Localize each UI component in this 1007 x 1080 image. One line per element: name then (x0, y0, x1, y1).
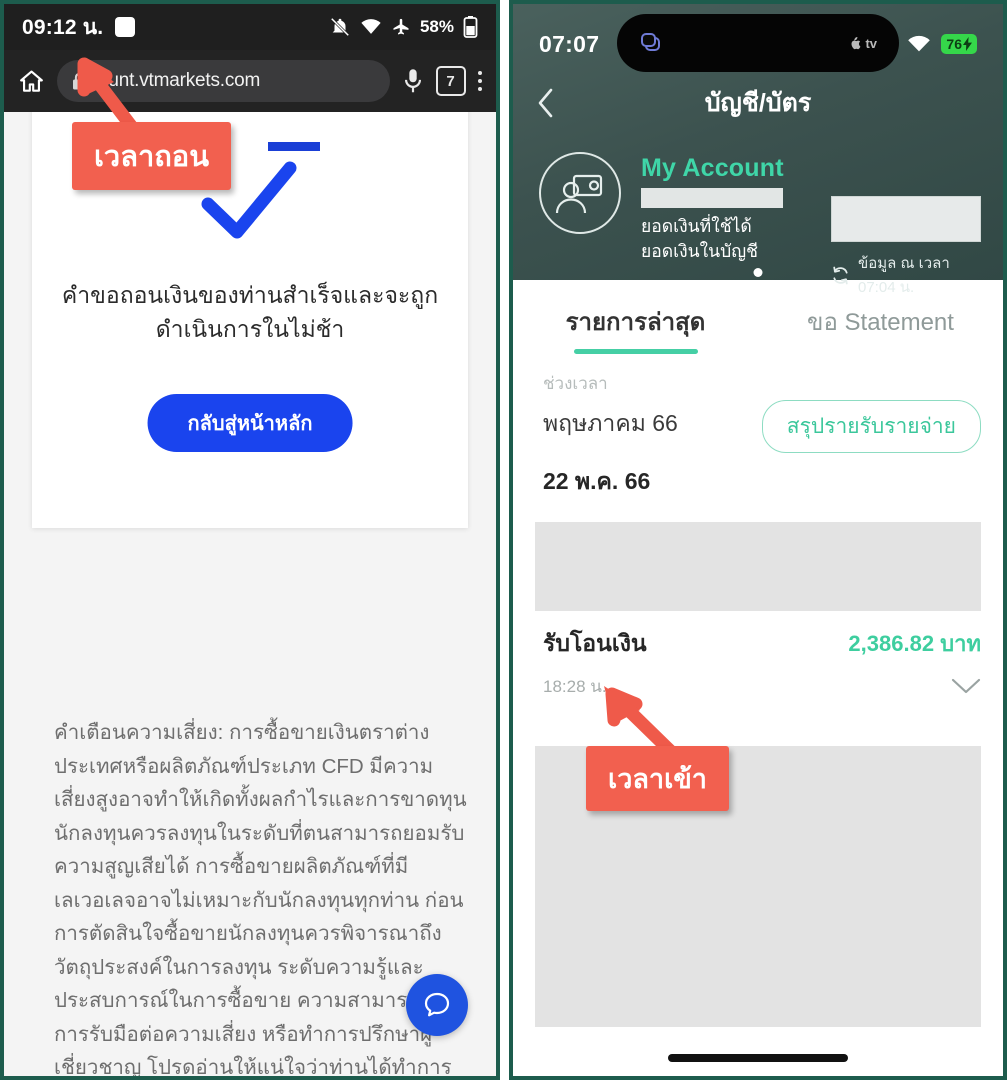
home-icon[interactable] (18, 68, 45, 95)
chat-bubble-icon[interactable] (406, 974, 468, 1036)
lock-icon (71, 72, 88, 91)
placeholder-block-top (535, 522, 981, 611)
status-time: 07:07 (539, 30, 600, 57)
carousel-page-dot[interactable] (753, 268, 763, 277)
tab-recent-transactions[interactable]: รายการล่าสุด (513, 280, 758, 364)
transaction-name: รับโอนเงิน (543, 630, 647, 656)
kebab-menu-icon[interactable] (477, 70, 482, 92)
account-balance-label: ยอดเงินในบัญชี (641, 241, 759, 261)
income-expense-summary-button[interactable]: สรุปรายรับรายจ่าย (761, 400, 981, 453)
ios-status-bar: 07:07 76 (513, 18, 1003, 70)
battery-percent: 58% (419, 17, 454, 36)
success-message: คำขอถอนเงินของท่านสำเร็จและจะถูกดำเนินกา… (61, 282, 439, 342)
arrive-time-callout: เวลาเข้า (586, 746, 729, 811)
tab-count-button[interactable]: 7 (435, 66, 466, 96)
balance-value-masked (831, 196, 981, 242)
status-time: 09:12 น. (22, 15, 104, 39)
risk-warning-text: คำเตือนความเสี่ยง: การซื้อขายเงินตราต่าง… (54, 721, 467, 1079)
transaction-time: 18:28 น. (543, 677, 607, 696)
address-bar[interactable]: ount.vtmarkets.com (57, 60, 390, 102)
transaction-date-header: 22 พ.ค. 66 (543, 468, 651, 494)
left-phone-panel: คำขอถอนเงินของท่านสำเร็จและจะถูกดำเนินกา… (0, 0, 500, 1080)
notification-square-icon (115, 17, 136, 37)
account-summary: My Account ยอดเงินที่ใช้ได้ ยอดเงินในบัญ… (539, 152, 981, 296)
account-card-avatar-icon (539, 152, 621, 234)
chevron-down-icon[interactable] (951, 678, 981, 695)
transaction-row[interactable]: รับโอนเงิน 2,386.82 บาท 18:28 น. (543, 626, 981, 700)
home-indicator (668, 1054, 848, 1062)
comparison-screenshot: คำขอถอนเงินของท่านสำเร็จและจะถูกดำเนินกา… (0, 0, 1007, 1080)
tab-request-statement[interactable]: ขอ Statement (758, 280, 1003, 364)
right-phone-panel: tv 07:07 76 บัญชี/บัตร My Account ยอดเงิ… (509, 0, 1007, 1080)
period-caption: ช่วงเวลา (543, 374, 608, 393)
available-balance-label: ยอดเงินที่ใช้ได้ (641, 216, 752, 236)
month-value: พฤษภาคม 66 (543, 410, 678, 436)
navigation-bar: บัญชี/บัตร (513, 80, 1003, 126)
blue-underline-marker (268, 142, 320, 151)
back-to-home-button[interactable]: กลับสู่หน้าหลัก (147, 394, 353, 452)
transaction-tabs: รายการล่าสุด ขอ Statement (513, 280, 1003, 364)
url-text: ount.vtmarkets.com (98, 70, 261, 91)
airplane-mode-icon (391, 17, 411, 37)
tab-active-underline (573, 349, 698, 354)
wifi-icon (906, 34, 932, 54)
account-number-masked (641, 188, 783, 208)
account-hero-header: tv 07:07 76 บัญชี/บัตร My Account ยอดเงิ… (513, 4, 1003, 296)
android-status-bar: 09:12 น. 58% (4, 4, 496, 50)
wifi-icon (360, 16, 382, 38)
battery-icon: 76 (941, 34, 977, 54)
withdraw-time-callout: เวลาถอน (72, 122, 232, 190)
transaction-amount: 2,386.82 บาท (848, 631, 981, 656)
microphone-icon[interactable] (402, 68, 424, 94)
account-name: My Account (641, 154, 784, 182)
page-title: บัญชี/บัตร (704, 89, 812, 117)
battery-icon (463, 16, 478, 38)
notifications-off-icon (329, 16, 351, 38)
browser-toolbar: ount.vtmarkets.com 7 (4, 50, 496, 112)
